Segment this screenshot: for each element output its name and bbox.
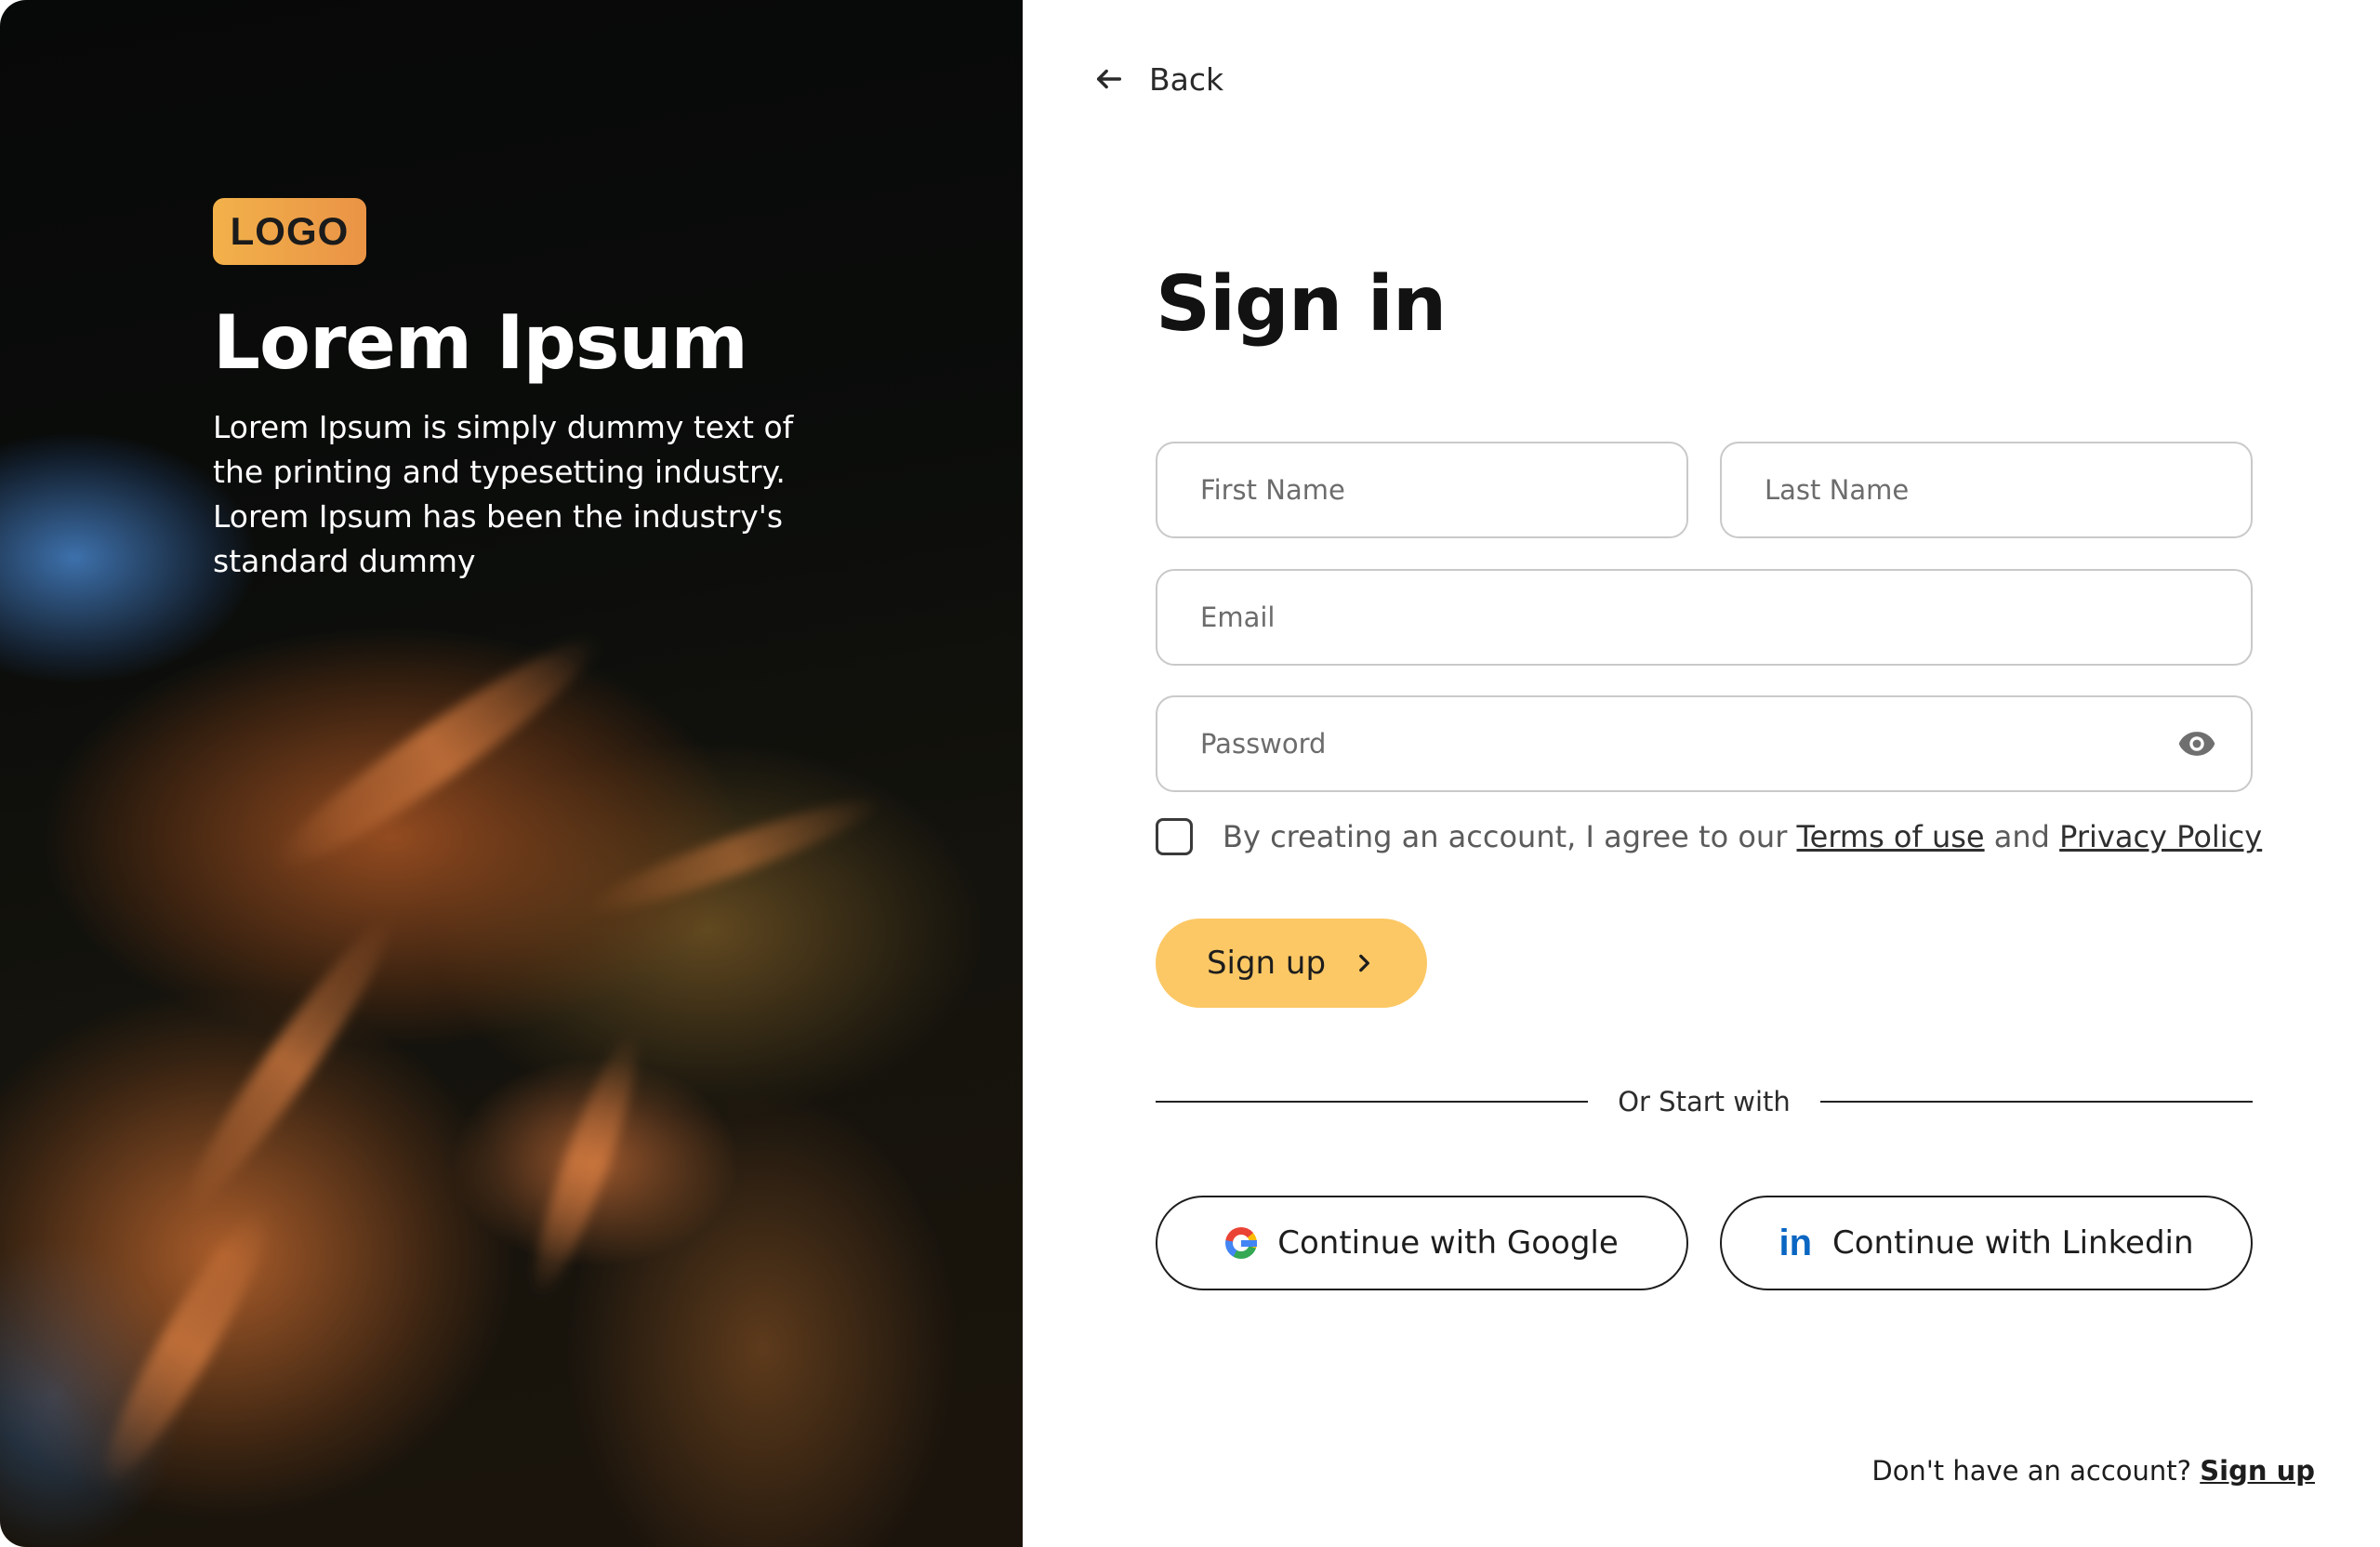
- last-name-field[interactable]: [1720, 442, 2253, 538]
- logo: LOGO: [213, 198, 366, 265]
- hero-description: Lorem Ipsum is simply dummy text of the …: [213, 409, 794, 579]
- hero-texture: [518, 1026, 654, 1303]
- terms-checkbox[interactable]: [1156, 818, 1193, 855]
- linkedin-icon: in: [1778, 1223, 1812, 1263]
- linkedin-label: Continue with Linkedin: [1832, 1224, 2194, 1262]
- email-input[interactable]: [1200, 602, 2208, 633]
- last-name-input[interactable]: [1765, 474, 2208, 506]
- divider-label: Or Start with: [1618, 1086, 1791, 1117]
- continue-with-linkedin-button[interactable]: in Continue with Linkedin: [1720, 1196, 2253, 1290]
- first-name-input[interactable]: [1200, 474, 1644, 506]
- divider-line: [1819, 1101, 2253, 1103]
- sign-up-button[interactable]: Sign up: [1156, 919, 1427, 1008]
- google-label: Continue with Google: [1277, 1224, 1619, 1262]
- signup-prompt: Don't have an account? Sign up: [1871, 1455, 2315, 1487]
- hero-texture: [84, 1196, 288, 1497]
- email-field[interactable]: [1156, 569, 2253, 666]
- first-name-field[interactable]: [1156, 442, 1688, 538]
- hero-texture: [260, 617, 614, 889]
- terms-text-before: By creating an account, I agree to our: [1223, 819, 1788, 854]
- terms-of-use-link[interactable]: Terms of use: [1797, 819, 1985, 854]
- hero-texture: [167, 906, 409, 1223]
- divider-line: [1156, 1101, 1589, 1103]
- back-label: Back: [1149, 60, 1224, 98]
- signup-prompt-text: Don't have an account?: [1871, 1455, 2192, 1487]
- privacy-policy-link[interactable]: Privacy Policy: [2059, 819, 2262, 854]
- back-button[interactable]: Back: [1093, 56, 1223, 102]
- terms-text-middle: and: [1993, 819, 2050, 854]
- eye-icon[interactable]: [2176, 723, 2217, 764]
- footer-sign-up-link[interactable]: Sign up: [2200, 1455, 2315, 1487]
- hero-title: Lorem Ipsum: [213, 299, 748, 386]
- page-title: Sign in: [1156, 260, 1447, 349]
- password-input[interactable]: [1200, 728, 2176, 760]
- arrow-left-icon: [1096, 69, 1122, 89]
- password-field[interactable]: [1156, 695, 2253, 792]
- terms-text: By creating an account, I agree to our T…: [1223, 819, 2262, 854]
- social-divider: Or Start with: [1156, 1080, 2253, 1123]
- terms-agreement: By creating an account, I agree to our T…: [1156, 816, 2262, 857]
- google-icon: [1225, 1227, 1258, 1259]
- continue-with-google-button[interactable]: Continue with Google: [1156, 1196, 1688, 1290]
- sign-up-label: Sign up: [1206, 945, 1327, 982]
- hero-panel: LOGO Lorem Ipsum Lorem Ipsum is simply d…: [0, 0, 1023, 1547]
- hero-texture: [579, 784, 890, 927]
- chevron-right-icon: [1359, 954, 1370, 972]
